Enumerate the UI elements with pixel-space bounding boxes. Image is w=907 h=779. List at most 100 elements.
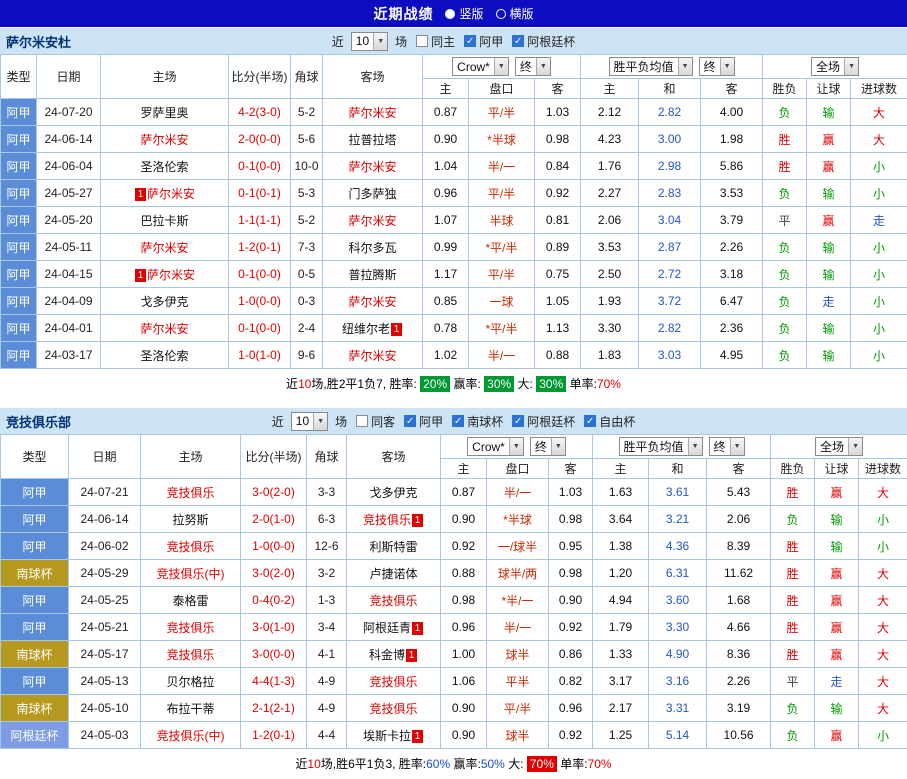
scope-select[interactable]: 全场▼ bbox=[815, 437, 863, 456]
team-name: 圣洛伦索 bbox=[140, 349, 188, 363]
corner-score: 5-2 bbox=[291, 99, 323, 126]
match-count-select[interactable]: 10▼ bbox=[291, 412, 328, 431]
europe-time-select[interactable]: 终▼ bbox=[699, 57, 735, 76]
asia-home-odds: 1.02 bbox=[423, 342, 469, 369]
corner-score: 2-4 bbox=[291, 315, 323, 342]
odds-time-select[interactable]: 终▼ bbox=[515, 57, 551, 76]
goals-outcome: 小 bbox=[851, 153, 907, 180]
result-outcome: 胜 bbox=[771, 641, 815, 668]
league-filter-checkbox[interactable]: ✓自由杯 bbox=[584, 413, 635, 430]
match-count-select[interactable]: 10▼ bbox=[351, 32, 388, 51]
league-filter-checkbox[interactable]: 同主 bbox=[416, 33, 455, 50]
league-filter-checkbox[interactable]: ✓阿甲 bbox=[464, 33, 503, 50]
result-outcome: 胜 bbox=[771, 587, 815, 614]
handicap-outcome: 输 bbox=[807, 261, 851, 288]
home-team: 巴拉卡斯 bbox=[101, 207, 229, 234]
europe-away-odds: 2.06 bbox=[707, 506, 771, 533]
europe-home-odds: 1.79 bbox=[593, 614, 649, 641]
goals-outcome: 小 bbox=[851, 288, 907, 315]
europe-home-odds: 1.20 bbox=[593, 560, 649, 587]
corner-score: 10-0 bbox=[291, 153, 323, 180]
asia-home-odds: 0.92 bbox=[441, 533, 487, 560]
team-name: 萨尔米安 bbox=[348, 349, 396, 363]
europe-draw-odds: 2.87 bbox=[639, 234, 701, 261]
goals-outcome: 走 bbox=[851, 207, 907, 234]
combo-value: 10 bbox=[356, 34, 369, 48]
scope-select[interactable]: 全场▼ bbox=[811, 57, 859, 76]
goals-outcome: 小 bbox=[851, 234, 907, 261]
asia-home-odds: 1.06 bbox=[441, 668, 487, 695]
away-team: 萨尔米安 bbox=[323, 153, 423, 180]
asia-home-odds: 0.87 bbox=[423, 99, 469, 126]
league-filter-checkbox[interactable]: ✓南球杯 bbox=[452, 413, 503, 430]
handicap-outcome: 赢 bbox=[815, 614, 859, 641]
goals-outcome: 大 bbox=[859, 479, 907, 506]
layout-radio-option[interactable]: 横版 bbox=[496, 5, 534, 22]
league-badge: 阿甲 bbox=[1, 261, 37, 288]
asia-handicap: 半/一 bbox=[469, 342, 535, 369]
checkbox-checked-icon: ✓ bbox=[512, 35, 524, 47]
summary-segment: 场,胜2平1负7, 胜率: bbox=[311, 377, 420, 391]
column-header: 日期 bbox=[37, 55, 101, 99]
europe-avg-select[interactable]: 胜平负均值▼ bbox=[619, 437, 703, 456]
europe-home-odds: 1.38 bbox=[593, 533, 649, 560]
handicap-outcome: 输 bbox=[815, 533, 859, 560]
league-filter-checkbox[interactable]: ✓阿甲 bbox=[404, 413, 443, 430]
corner-score: 12-6 bbox=[307, 533, 347, 560]
column-header: 主 bbox=[441, 459, 487, 479]
handicap-outcome: 输 bbox=[807, 180, 851, 207]
europe-away-odds: 4.66 bbox=[707, 614, 771, 641]
score: 1-0(1-0) bbox=[229, 342, 291, 369]
asia-handicap: 一/球半 bbox=[487, 533, 549, 560]
league-badge: 阿甲 bbox=[1, 587, 69, 614]
europe-home-odds: 2.12 bbox=[581, 99, 639, 126]
europe-avg-select[interactable]: 胜平负均值▼ bbox=[609, 57, 693, 76]
team-name: 戈多伊克 bbox=[140, 295, 188, 309]
europe-odds-group-header: 胜平负均值▼ 终▼ bbox=[593, 435, 771, 459]
league-filter-checkbox[interactable]: ✓阿根廷杯 bbox=[512, 413, 575, 430]
combo-value: 终 bbox=[520, 58, 532, 75]
europe-away-odds: 3.79 bbox=[701, 207, 763, 234]
odds-time-select[interactable]: 终▼ bbox=[530, 437, 566, 456]
handicap-outcome: 赢 bbox=[815, 641, 859, 668]
europe-draw-odds: 3.16 bbox=[649, 668, 707, 695]
result-outcome: 负 bbox=[763, 261, 807, 288]
europe-time-select[interactable]: 终▼ bbox=[709, 437, 745, 456]
summary-segment: 近 bbox=[295, 757, 307, 771]
asia-home-odds: 0.85 bbox=[423, 288, 469, 315]
layout-radio-option[interactable]: 竖版 bbox=[445, 5, 483, 22]
corner-score: 5-3 bbox=[291, 180, 323, 207]
team-section-header: 竞技俱乐部近10▼场同客✓阿甲✓南球杯✓阿根廷杯✓自由杯 bbox=[0, 407, 907, 434]
team-name: 萨尔米安 bbox=[147, 187, 195, 201]
team-name: 科金博 bbox=[369, 648, 405, 662]
europe-draw-odds: 3.03 bbox=[639, 342, 701, 369]
odds-source-select[interactable]: Crow*▼ bbox=[467, 437, 524, 456]
radio-selected-icon bbox=[445, 9, 455, 19]
table-row: 阿甲24-05-20巴拉卡斯1-1(1-1)5-2萨尔米安1.07半球0.812… bbox=[1, 207, 907, 234]
column-header: 主 bbox=[593, 459, 649, 479]
team-name: 巴拉卡斯 bbox=[140, 214, 188, 228]
league-filter-checkbox[interactable]: 同客 bbox=[356, 413, 395, 430]
column-header: 盘口 bbox=[487, 459, 549, 479]
result-outcome: 胜 bbox=[771, 560, 815, 587]
column-header: 日期 bbox=[69, 435, 141, 479]
asia-home-odds: 0.98 bbox=[441, 587, 487, 614]
odds-source-select[interactable]: Crow*▼ bbox=[452, 57, 509, 76]
games-label: 场 bbox=[395, 33, 407, 50]
league-filter-checkbox[interactable]: ✓阿根廷杯 bbox=[512, 33, 575, 50]
goals-outcome: 小 bbox=[851, 315, 907, 342]
team-name: 萨尔米安 bbox=[348, 295, 396, 309]
league-badge: 阿甲 bbox=[1, 342, 37, 369]
summary-segment: 单率: bbox=[566, 377, 597, 391]
column-header: 进球数 bbox=[851, 79, 907, 99]
europe-home-odds: 2.06 bbox=[581, 207, 639, 234]
asia-handicap: 半球 bbox=[469, 207, 535, 234]
handicap-outcome: 输 bbox=[807, 342, 851, 369]
score: 2-1(2-1) bbox=[241, 695, 307, 722]
column-header: 类型 bbox=[1, 55, 37, 99]
home-team: 萨尔米安 bbox=[101, 126, 229, 153]
summary-bar: 近10场,胜6平1负3, 胜率:60% 赢率:50% 大: 70% 单率:70% bbox=[0, 749, 907, 779]
europe-away-odds: 2.26 bbox=[701, 234, 763, 261]
match-date: 24-05-27 bbox=[37, 180, 101, 207]
europe-away-odds: 3.19 bbox=[707, 695, 771, 722]
